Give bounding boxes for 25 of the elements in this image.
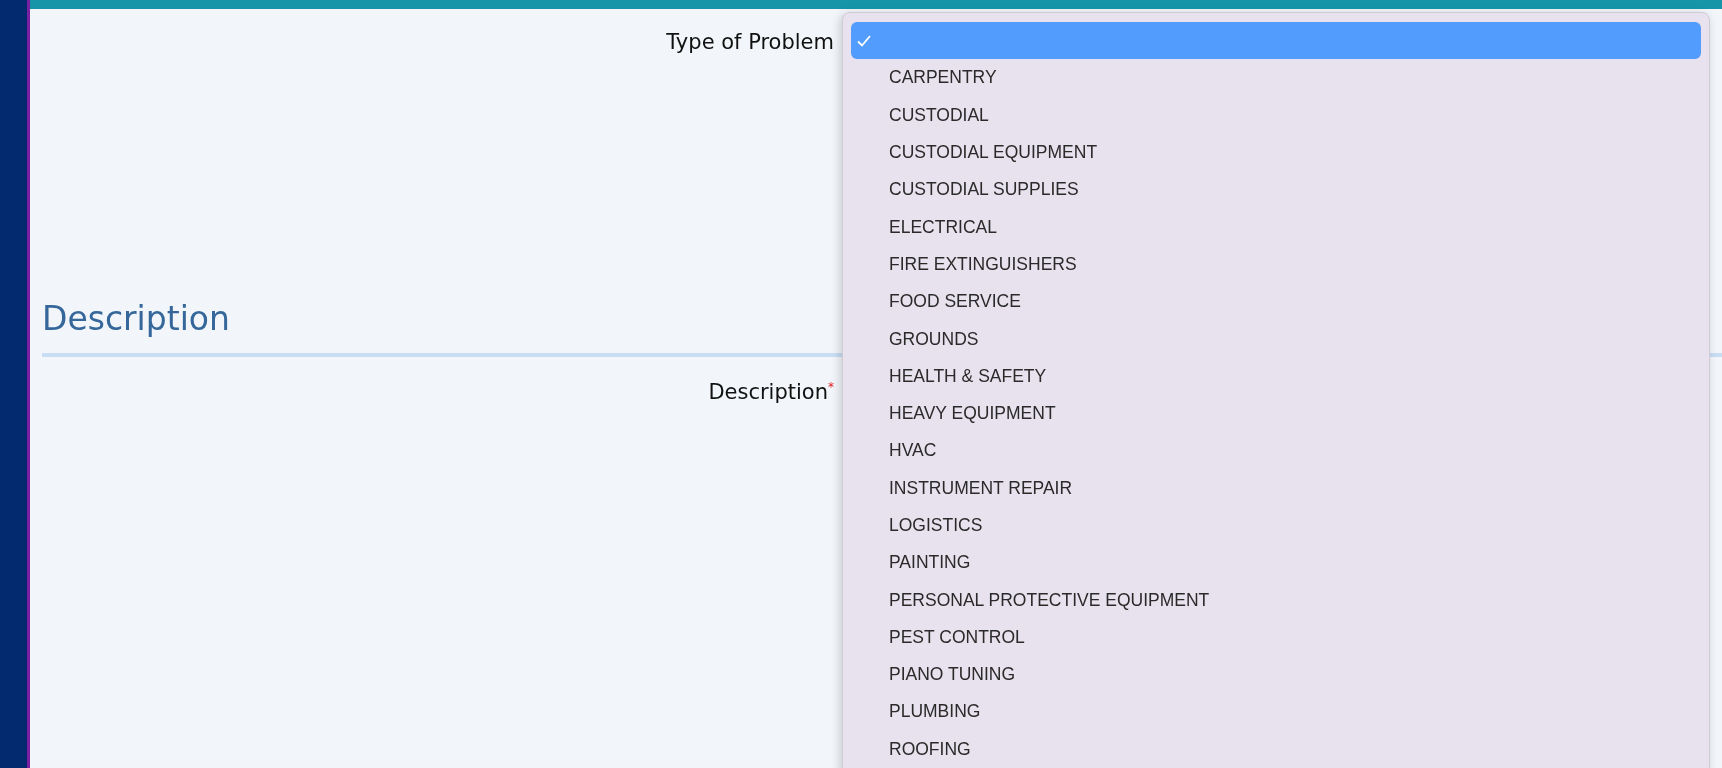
field-label: Type of Problem — [666, 29, 834, 56]
menu-option[interactable]: ELECTRICAL — [851, 208, 1701, 246]
section-heading: Description — [42, 299, 230, 339]
menu-option[interactable]: HEAVY EQUIPMENT — [851, 394, 1701, 433]
menu-option[interactable]: CARPENTRY — [851, 59, 1701, 97]
menu-option[interactable]: PLUMBING — [851, 693, 1701, 731]
menu-option[interactable]: CUSTODIAL SUPPLIES — [851, 171, 1701, 209]
menu-option[interactable]: PAINTING — [851, 544, 1701, 582]
menu-option[interactable]: INSTRUMENT REPAIR — [851, 469, 1701, 507]
menu-option[interactable] — [851, 22, 1701, 60]
menu-option[interactable]: HEALTH & SAFETY — [851, 357, 1701, 395]
menu-option[interactable]: PEST CONTROL — [851, 618, 1701, 657]
check-icon — [857, 34, 871, 47]
required-mark: * — [828, 379, 834, 394]
menu-option[interactable]: FOOD SERVICE — [851, 283, 1701, 321]
menu-option[interactable]: ROOFING — [851, 730, 1701, 768]
menu-option[interactable]: GROUNDS — [851, 320, 1701, 358]
menu-option[interactable]: PERSONAL PROTECTIVE EQUIPMENT — [851, 581, 1701, 619]
field-label: Description — [708, 379, 828, 406]
menu-option[interactable]: HVAC — [851, 432, 1701, 470]
menu-option[interactable]: LOGISTICS — [851, 506, 1701, 545]
menu-option[interactable]: CUSTODIAL EQUIPMENT — [851, 133, 1701, 172]
menu-option[interactable]: FIRE EXTINGUISHERS — [851, 245, 1701, 284]
menu-option[interactable]: CUSTODIAL — [851, 96, 1701, 134]
menu-option[interactable]: PIANO TUNING — [851, 656, 1701, 694]
